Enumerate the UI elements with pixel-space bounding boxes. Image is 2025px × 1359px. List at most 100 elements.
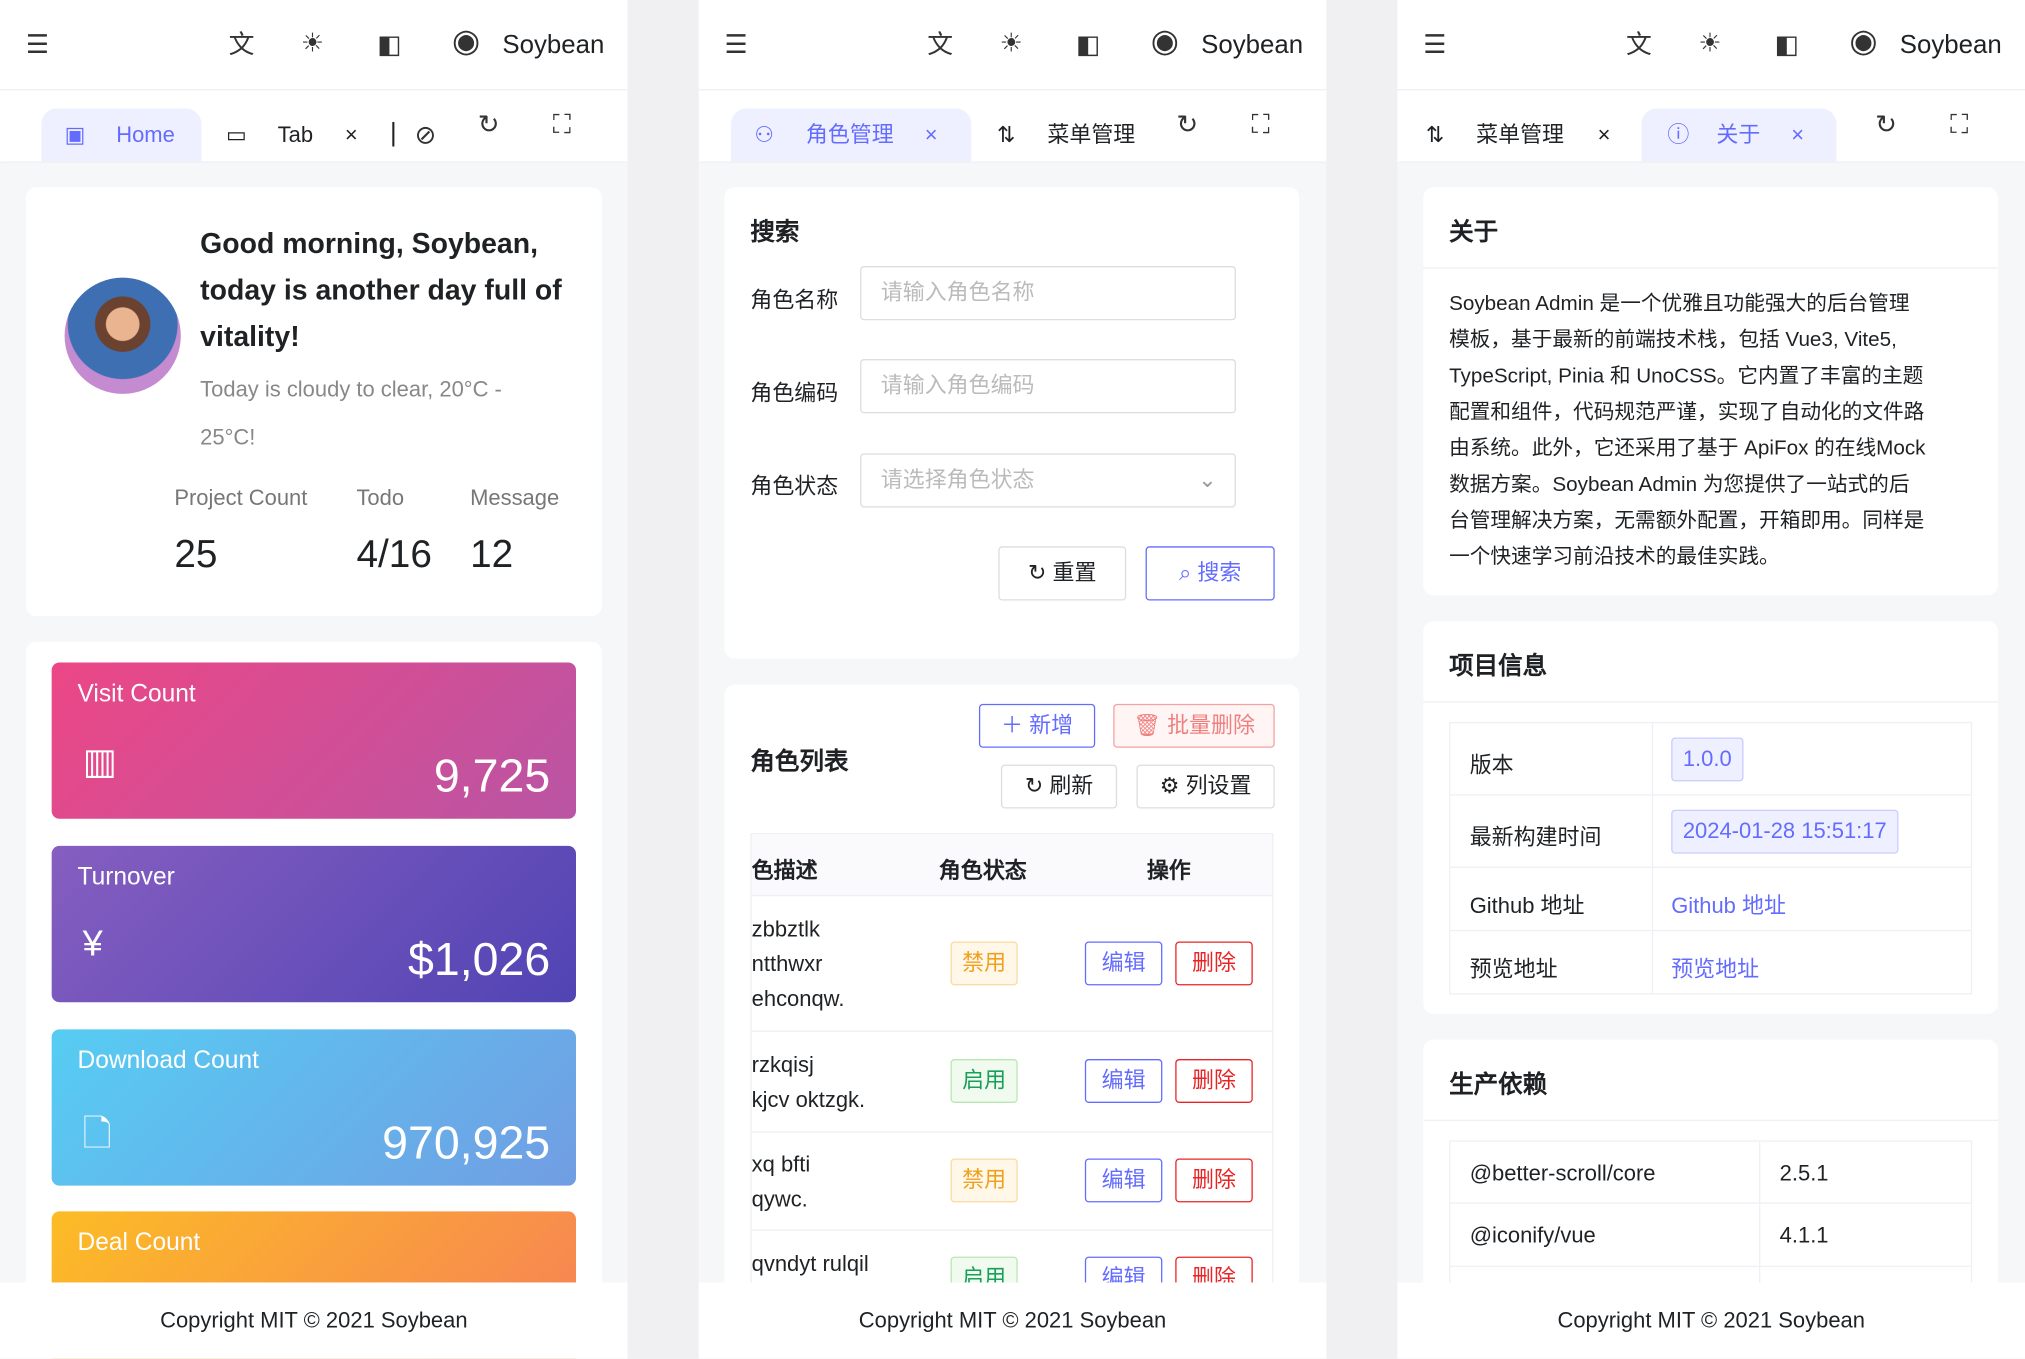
tab-role-management[interactable]: ⚇ 角色管理 ×	[730, 108, 972, 162]
status-badge: 启用	[950, 1059, 1018, 1103]
user-name[interactable]: Soybean	[1201, 31, 1303, 61]
search-icon: ⌕	[1178, 560, 1192, 586]
tab-home[interactable]: ▣ Home	[41, 108, 202, 162]
close-icon[interactable]: ×	[1791, 108, 1804, 161]
tab-bar: ⇅ 菜单管理 × ⓘ 关于 × ↻ ⛶	[1397, 90, 2025, 162]
refresh-icon[interactable]: ↻	[1177, 112, 1199, 138]
translate-icon[interactable]: 文	[1626, 32, 1652, 58]
panel-home: ☰ 文 ☀ ◧ ◉ Soybean ▣ Home ▭ Tab × | ⊘ ↻ ⛶ Go…	[0, 0, 628, 1359]
stat-label: Todo	[356, 485, 405, 511]
table-row: zbbztlk ntthwxr ehconqw. 禁用 编辑 删除	[751, 896, 1273, 1032]
delete-button[interactable]: 删除	[1175, 941, 1253, 986]
project-info-table: 版本 1.0.0 最新构建时间 2024-01-28 15:51:17 Github…	[1449, 721, 1973, 995]
close-icon[interactable]: ×	[1598, 108, 1611, 161]
role-code-input[interactable]: 请输入角色编码	[860, 359, 1236, 414]
table-row: rzkqisj kjcv oktzgk. 启用 编辑 删除	[751, 1032, 1273, 1133]
user-circle-icon[interactable]: ◉	[1849, 25, 1877, 57]
file-download-icon: 🗋	[82, 1113, 112, 1154]
header: ☰ 文 ☀ ◧ ◉ Soybean	[698, 0, 1327, 91]
refresh-icon[interactable]: ↻	[478, 112, 500, 138]
info-row: 最新构建时间 2024-01-28 15:51:17	[1450, 796, 1971, 868]
greeting-card: Good morning, Soybean, today is another d…	[25, 187, 602, 617]
divider	[1423, 267, 1998, 269]
batch-delete-button[interactable]: 🗑 批量删除	[1113, 703, 1275, 748]
divider: |	[390, 118, 397, 148]
fullscreen-icon[interactable]: ⛶	[1251, 112, 1269, 138]
fullscreen-icon[interactable]: ⛶	[1950, 112, 1968, 138]
edit-button[interactable]: 编辑	[1084, 941, 1163, 986]
preview-link[interactable]: 预览地址	[1671, 951, 1759, 983]
dependency-row: @better-scroll/core 2.5.1	[1450, 1142, 1971, 1204]
edit-button[interactable]: 编辑	[1084, 1158, 1163, 1203]
tab-menu-management[interactable]: ⇅ 菜单管理 ×	[1426, 108, 1633, 161]
user-name[interactable]: Soybean	[1900, 31, 2002, 61]
panel-about: ☰ 文 ☀ ◧ ◉ Soybean ⇅ 菜单管理 × ⓘ 关于 × ↻ ⛶ 关于 Soy…	[1397, 0, 2025, 1359]
weather-text: Today is cloudy to clear, 20°C -25°C!	[200, 377, 502, 450]
delete-button[interactable]: 删除	[1175, 1059, 1253, 1103]
menu-fold-icon[interactable]: ☰	[725, 32, 748, 58]
edit-button[interactable]: 编辑	[1084, 1059, 1163, 1103]
sun-icon[interactable]: ☀	[301, 31, 324, 57]
divider	[1423, 701, 1998, 703]
role-status-select[interactable]: 请选择角色状态 ⌄	[860, 453, 1236, 508]
tab-tab[interactable]: ▭ Tab ×	[222, 108, 377, 161]
theme-icon[interactable]: ◧	[377, 32, 401, 58]
field-label: 角色编码	[750, 380, 839, 406]
status-badge: 禁用	[950, 941, 1018, 986]
reset-button[interactable]: ↻ 重置	[998, 546, 1127, 601]
user-name[interactable]: Soybean	[502, 31, 604, 61]
refresh-icon[interactable]: ↻	[1875, 112, 1897, 138]
translate-icon[interactable]: 文	[229, 32, 255, 58]
search-button[interactable]: ⌕ 搜索	[1145, 546, 1275, 601]
stat-value: 12	[470, 533, 514, 577]
gear-icon: ⚙	[1159, 773, 1180, 799]
info-row: Github 地址 Github 地址	[1450, 868, 1971, 932]
tab-menu-management[interactable]: ⇅ 菜单管理	[997, 108, 1165, 161]
footer: Copyright MIT © 2021 Soybean	[698, 1282, 1327, 1359]
user-circle-icon[interactable]: ◉	[452, 25, 480, 57]
info-row: 版本 1.0.0	[1450, 723, 1971, 796]
fullscreen-icon[interactable]: ⛶	[553, 112, 571, 138]
tab-about[interactable]: ⓘ 关于 ×	[1641, 108, 1837, 162]
theme-icon[interactable]: ◧	[1076, 32, 1100, 58]
header: ☰ 文 ☀ ◧ ◉ Soybean	[0, 0, 628, 91]
about-text: Soybean Admin 是一个优雅且功能强大的后台管理 模板，基于最新的前端技…	[1449, 293, 1926, 569]
stat-value: 4/16	[356, 533, 432, 577]
delete-button[interactable]: 删除	[1175, 1158, 1253, 1203]
greeting-text: Good morning, Soybean, today is another d…	[200, 227, 562, 353]
github-link[interactable]: Github 地址	[1671, 887, 1786, 919]
menu-fold-icon[interactable]: ☰	[26, 32, 49, 58]
search-card: 搜索 角色名称 请输入角色名称 角色编码 请输入角色编码 角色状态 请选择角色状…	[724, 187, 1300, 659]
about-title: 关于	[1449, 219, 1499, 247]
turnover-card: Turnover ¥ $1,026	[51, 845, 577, 1003]
translate-icon[interactable]: 文	[927, 32, 953, 58]
route-icon: ⇅	[1425, 122, 1445, 148]
close-icon[interactable]: ×	[925, 108, 938, 161]
dependencies-title: 生产依赖	[1449, 1071, 1548, 1100]
menu-fold-icon[interactable]: ☰	[1423, 32, 1446, 58]
close-icon[interactable]: ×	[345, 108, 358, 161]
money-icon: ¥	[82, 923, 103, 964]
search-title: 搜索	[750, 219, 800, 247]
info-icon: ⓘ	[1667, 122, 1690, 148]
theme-icon[interactable]: ◧	[1775, 32, 1799, 58]
role-name-input[interactable]: 请输入角色名称	[860, 266, 1236, 321]
tab-bar: ▣ Home ▭ Tab × | ⊘ ↻ ⛶	[0, 90, 628, 162]
sun-icon[interactable]: ☀	[1000, 31, 1023, 57]
stats-card: Visit Count ▥ 9,725 Turnover ¥ $1,026 Downlo…	[25, 641, 602, 1359]
stat-value: 25	[174, 533, 218, 577]
field-label: 角色名称	[750, 288, 839, 313]
user-icon: ⚇	[754, 122, 774, 148]
panel-role-management: ☰ 文 ☀ ◧ ◉ Soybean ⚇ 角色管理 × ⇅ 菜单管理 ↻ ⛶ 搜索 角色…	[698, 0, 1327, 1359]
user-circle-icon[interactable]: ◉	[1151, 25, 1179, 57]
version-tag: 1.0.0	[1671, 737, 1744, 782]
sun-icon[interactable]: ☀	[1698, 31, 1721, 57]
info-row: 预览地址 预览地址	[1450, 931, 1970, 994]
refresh-button[interactable]: ↻ 刷新	[1000, 764, 1118, 809]
forbid-icon[interactable]: ⊘	[415, 123, 437, 149]
column-setting-button[interactable]: ⚙ 列设置	[1136, 764, 1275, 809]
visit-count-card: Visit Count ▥ 9,725	[51, 662, 577, 819]
dependency-row: @iconify/vue 4.1.1	[1450, 1204, 1971, 1267]
add-button[interactable]: ＋ 新增	[978, 703, 1096, 748]
list-title: 角色列表	[750, 749, 849, 777]
